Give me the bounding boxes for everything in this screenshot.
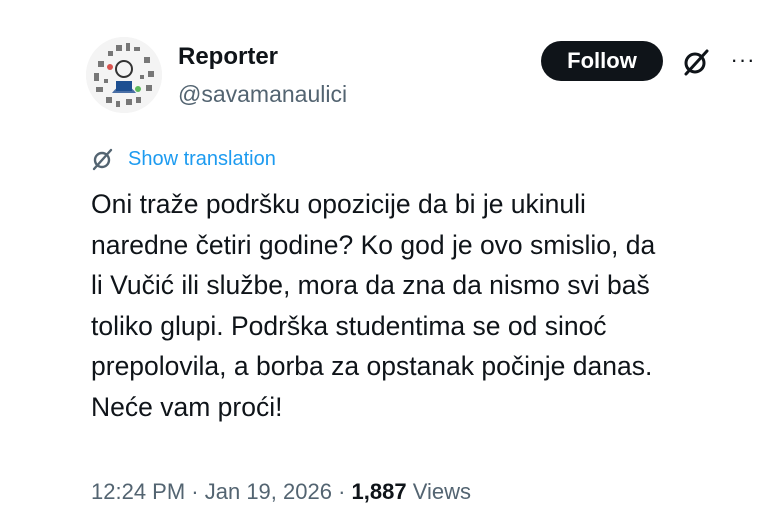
doodle-avatar-icon: [86, 37, 162, 113]
tweet-text: Oni traže podršku opozicije da bi je uki…: [91, 184, 761, 427]
grok-button[interactable]: [679, 45, 713, 79]
meta-separator: ·: [185, 479, 205, 504]
tweet-text-line: Oni traže podršku opozicije da bi je uki…: [91, 189, 586, 219]
views-count: 1,887: [351, 479, 407, 504]
tweet-text-line: toliko glupi. Podrška studentima se od s…: [91, 310, 607, 341]
tweet-text-line: li Vučić ili službe, mora da zna da nism…: [91, 270, 650, 300]
tweet-text-line: prepolovila, a borba za opstanak počinje…: [91, 351, 653, 381]
meta-separator: ·: [331, 479, 352, 504]
grok-icon: [684, 49, 709, 76]
views-label: Views: [412, 479, 472, 504]
translate-globe-icon: [92, 148, 113, 171]
tweet-text-line: Neće vam proći!: [91, 391, 283, 422]
more-options-button[interactable]: ···: [728, 44, 758, 76]
tweet-time[interactable]: 12:24 PM: [91, 479, 185, 504]
show-translation-link[interactable]: Show translation: [128, 148, 276, 171]
tweet-meta: 12:24 PM · Jan 19, 2026 · 1,887 Views: [91, 477, 471, 507]
author-avatar[interactable]: [86, 37, 162, 113]
more-icon: ···: [730, 47, 756, 72]
follow-button[interactable]: Follow: [541, 41, 663, 81]
tweet-text-line: naredne četiri godine? Ko god je ovo smi…: [91, 229, 656, 260]
author-display-name[interactable]: Reporter: [178, 42, 278, 72]
translation-row[interactable]: Show translation: [90, 144, 276, 174]
author-handle[interactable]: @savamanaulici: [178, 80, 347, 108]
tweet-date[interactable]: Jan 19, 2026: [205, 479, 332, 504]
